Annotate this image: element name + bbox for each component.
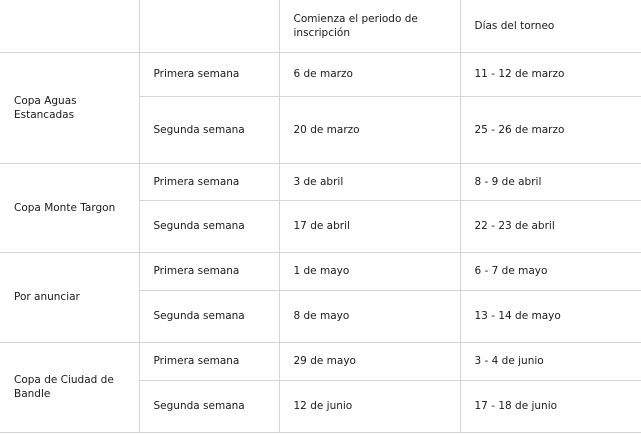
table-row: Por anunciar Primera semana 1 de mayo 6 … — [0, 252, 641, 343]
table-row: Copa de Ciudad de Bandle Primera semana … — [0, 342, 641, 433]
table-row: Copa Aguas Estancadas Primera semana 6 d… — [0, 52, 641, 164]
tournament-schedule-table: Comienza el periodo de inscripción Días … — [0, 0, 641, 433]
week-label: Primera semana — [139, 252, 280, 291]
cup-name: Copa Monte Targon — [0, 163, 140, 253]
registration-date: 12 de junio — [279, 380, 461, 433]
registration-date: 3 de abril — [279, 163, 461, 201]
week-label: Segunda semana — [139, 380, 280, 433]
registration-date: 1 de mayo — [279, 252, 461, 291]
registration-date: 17 de abril — [279, 200, 461, 253]
week-label: Segunda semana — [139, 290, 280, 343]
tournament-days: 22 - 23 de abril — [460, 200, 641, 253]
header-cup — [0, 0, 140, 53]
header-tournament-days: Días del torneo — [460, 0, 641, 53]
week-label: Primera semana — [139, 163, 280, 201]
tournament-days: 6 - 7 de mayo — [460, 252, 641, 291]
week-label: Primera semana — [139, 52, 280, 97]
week-label: Primera semana — [139, 342, 280, 381]
registration-date: 29 de mayo — [279, 342, 461, 381]
week-label: Segunda semana — [139, 96, 280, 164]
registration-date: 8 de mayo — [279, 290, 461, 343]
tournament-days: 3 - 4 de junio — [460, 342, 641, 381]
cup-name: Copa de Ciudad de Bandle — [0, 342, 140, 433]
week-label: Segunda semana — [139, 200, 280, 253]
cup-name: Copa Aguas Estancadas — [0, 52, 140, 164]
header-row: Comienza el periodo de inscripción Días … — [0, 0, 641, 53]
cup-name: Por anunciar — [0, 252, 140, 343]
tournament-days: 25 - 26 de marzo — [460, 96, 641, 164]
tournament-days: 17 - 18 de junio — [460, 380, 641, 433]
registration-date: 20 de marzo — [279, 96, 461, 164]
header-week — [139, 0, 280, 53]
header-registration-start: Comienza el periodo de inscripción — [279, 0, 461, 53]
tournament-days: 13 - 14 de mayo — [460, 290, 641, 343]
registration-date: 6 de marzo — [279, 52, 461, 97]
tournament-days: 8 - 9 de abril — [460, 163, 641, 201]
tournament-days: 11 - 12 de marzo — [460, 52, 641, 97]
table-row: Copa Monte Targon Primera semana 3 de ab… — [0, 163, 641, 253]
